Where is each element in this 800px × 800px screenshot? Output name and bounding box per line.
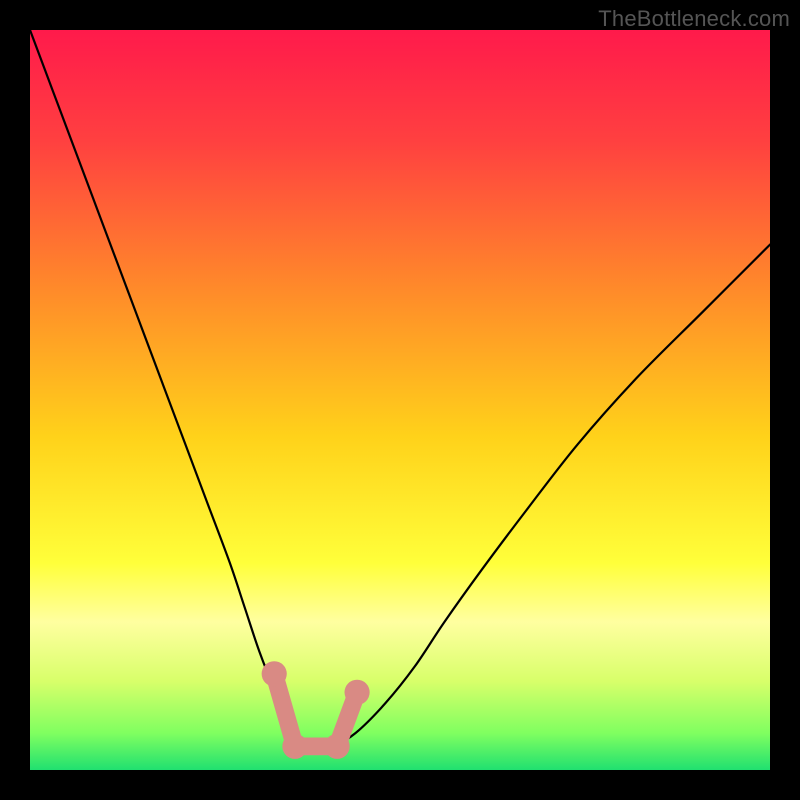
- valley-marker-cap: [262, 661, 287, 686]
- bottleneck-curve-chart: [30, 30, 770, 770]
- plot-area: [30, 30, 770, 770]
- valley-marker-cap: [282, 734, 307, 759]
- gradient-background: [30, 30, 770, 770]
- valley-marker-cap: [345, 680, 370, 705]
- chart-frame: TheBottleneck.com: [0, 0, 800, 800]
- watermark-text: TheBottleneck.com: [598, 6, 790, 32]
- valley-marker-cap: [325, 734, 350, 759]
